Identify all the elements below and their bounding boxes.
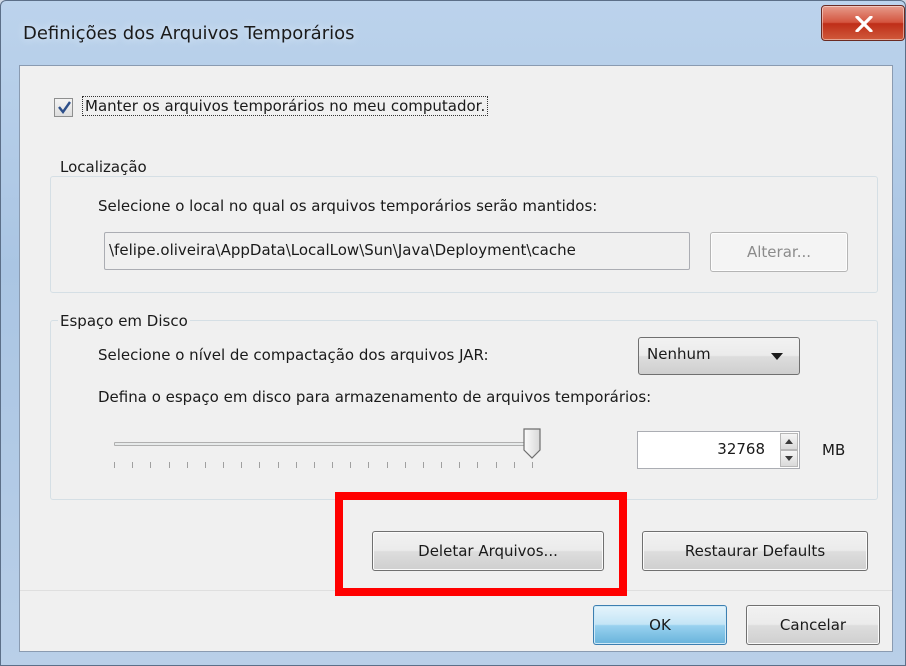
slider-tick bbox=[296, 462, 297, 468]
window-title: Definições dos Arquivos Temporários bbox=[23, 23, 355, 44]
slider-tick bbox=[205, 462, 206, 468]
ok-button[interactable]: OK bbox=[593, 605, 727, 645]
disk-space-value[interactable]: 32768 bbox=[717, 440, 765, 458]
compression-value: Nenhum bbox=[647, 345, 711, 363]
close-button[interactable] bbox=[821, 5, 905, 41]
slider-tick bbox=[532, 462, 533, 468]
title-bar[interactable]: Definições dos Arquivos Temporários bbox=[1, 1, 906, 63]
slider-tick bbox=[223, 462, 224, 468]
slider-tick bbox=[405, 462, 406, 468]
slider-tick bbox=[150, 462, 151, 468]
slider-tick bbox=[514, 462, 515, 468]
chevron-down-icon bbox=[771, 353, 783, 360]
close-icon bbox=[855, 16, 873, 32]
keep-files-label[interactable]: Manter os arquivos temporários no meu co… bbox=[82, 96, 489, 116]
slider-tick bbox=[114, 462, 115, 468]
restore-defaults-button[interactable]: Restaurar Defaults bbox=[642, 531, 868, 571]
slider-tick bbox=[314, 462, 315, 468]
disk-space-input[interactable]: 32768 bbox=[637, 431, 800, 469]
slider-tick bbox=[459, 462, 460, 468]
slider-tick bbox=[169, 462, 170, 468]
check-icon bbox=[58, 101, 71, 115]
keep-files-checkbox[interactable] bbox=[54, 98, 73, 117]
disk-space-label: Defina o espaço em disco para armazename… bbox=[98, 388, 652, 406]
spin-up-button[interactable] bbox=[780, 433, 798, 450]
disk-space-slider-track[interactable] bbox=[114, 442, 534, 446]
compression-label: Selecione o nível de compactação dos arq… bbox=[98, 346, 489, 364]
slider-tick bbox=[423, 462, 424, 468]
slider-ticks bbox=[114, 462, 534, 468]
spin-down-button[interactable] bbox=[780, 450, 798, 467]
slider-tick bbox=[278, 462, 279, 468]
arrow-up-icon bbox=[785, 439, 793, 444]
disk-space-unit: MB bbox=[822, 441, 846, 459]
highlight-box bbox=[335, 492, 627, 596]
disk-space-spinner bbox=[780, 433, 798, 467]
arrow-down-icon bbox=[785, 456, 793, 461]
slider-tick bbox=[132, 462, 133, 468]
slider-tick bbox=[187, 462, 188, 468]
dialog-window: Definições dos Arquivos Temporários Mant… bbox=[0, 0, 906, 666]
disk-space-group-title: Espaço em Disco bbox=[58, 312, 190, 330]
slider-tick bbox=[332, 462, 333, 468]
slider-tick bbox=[368, 462, 369, 468]
slider-tick bbox=[259, 462, 260, 468]
slider-tick bbox=[477, 462, 478, 468]
slider-tick bbox=[496, 462, 497, 468]
location-group-title: Localização bbox=[58, 158, 149, 176]
location-instruction: Selecione o local no qual os arquivos te… bbox=[98, 197, 598, 215]
disk-space-slider-thumb[interactable] bbox=[522, 428, 542, 460]
slider-tick bbox=[387, 462, 388, 468]
cache-path-field[interactable]: \felipe.oliveira\AppData\LocalLow\Sun\Ja… bbox=[104, 232, 690, 270]
cancel-button[interactable]: Cancelar bbox=[746, 605, 880, 645]
slider-tick bbox=[441, 462, 442, 468]
compression-select[interactable]: Nenhum bbox=[638, 337, 800, 375]
slider-tick bbox=[350, 462, 351, 468]
change-location-button[interactable]: Alterar... bbox=[710, 232, 848, 272]
slider-tick bbox=[241, 462, 242, 468]
